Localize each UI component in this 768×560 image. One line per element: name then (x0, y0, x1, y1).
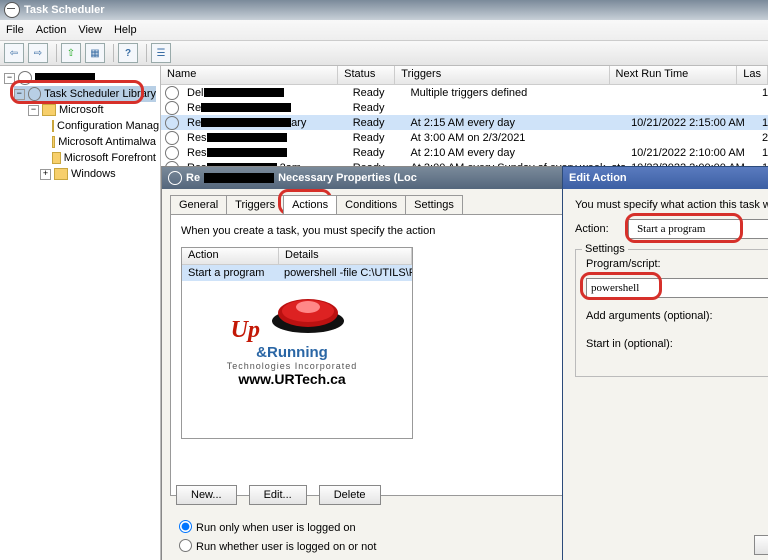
content-panel: Name Status Triggers Next Run Time Las D… (161, 66, 768, 560)
folder-icon (52, 136, 55, 148)
program-script-label: Program/script: (586, 258, 768, 270)
settings-group: Settings Program/script: Browse... Add a… (575, 249, 768, 377)
window-title: Task Scheduler (24, 4, 105, 16)
schedule-button[interactable] (151, 43, 171, 63)
dialog-hint: You must specify what action this task w… (575, 199, 768, 211)
tree-item[interactable]: +Windows (40, 166, 156, 182)
run-options: Run only when user is logged on Run whet… (174, 515, 376, 555)
tree-library-label: Task Scheduler Library (44, 88, 156, 100)
tree-panel: − − Task Scheduler Library − Microsoft C… (0, 66, 161, 560)
new-button[interactable]: New... (176, 485, 237, 505)
clock-icon (165, 131, 179, 145)
tab-conditions[interactable]: Conditions (336, 195, 406, 214)
separator (56, 44, 57, 62)
menu-file[interactable]: File (6, 24, 24, 36)
help-button[interactable] (118, 43, 138, 63)
dialog-title-bar[interactable]: Edit Action ✕ (563, 167, 768, 189)
refresh-button[interactable] (61, 43, 81, 63)
tree-item[interactable]: Microsoft Forefront (52, 150, 156, 166)
tab-general[interactable]: General (170, 195, 227, 214)
clock-icon (165, 101, 179, 115)
collapse-icon[interactable]: − (4, 73, 15, 84)
clock-icon (168, 171, 182, 185)
task-list: DelReadyMultiple triggers defined10/2 Re… (161, 85, 768, 175)
clock-icon (165, 116, 179, 130)
actions-row[interactable]: Start a programpowershell -file C:\UTILS… (182, 265, 412, 281)
arguments-label: Add arguments (optional): (586, 310, 765, 322)
run-logged-on-radio[interactable]: Run only when user is logged on (174, 517, 376, 534)
clock-icon (165, 86, 179, 100)
tab-settings[interactable]: Settings (405, 195, 463, 214)
hdr-triggers[interactable]: Triggers (395, 66, 609, 84)
mouse-icon (263, 287, 353, 337)
redacted (35, 73, 95, 83)
view-button[interactable] (85, 43, 105, 63)
start-in-label: Start in (optional): (586, 338, 765, 350)
redacted (204, 173, 274, 183)
settings-group-label: Settings (582, 243, 628, 255)
tree-item[interactable]: Configuration Manag (52, 118, 156, 134)
folder-icon (52, 120, 54, 132)
hdr-name[interactable]: Name (161, 66, 338, 84)
tab-actions[interactable]: Actions (283, 195, 337, 214)
separator (146, 44, 147, 62)
task-row[interactable]: ReReady (161, 100, 768, 115)
program-script-input[interactable] (586, 278, 768, 298)
task-row[interactable]: ResReadyAt 3:00 AM on 2/3/20212/3 (161, 130, 768, 145)
task-properties-panel: Re Necessary Properties (Loc General Tri… (161, 166, 593, 560)
run-whether-radio[interactable]: Run whether user is logged on or not (174, 536, 376, 553)
nav-back-button[interactable] (4, 43, 24, 63)
delete-button[interactable]: Delete (319, 485, 381, 505)
clock-icon (165, 146, 179, 160)
properties-title: Re Necessary Properties (Loc (162, 167, 592, 189)
edit-action-dialog: Edit Action ✕ You must specify what acti… (562, 166, 768, 560)
toolbar (0, 41, 768, 66)
hdr-details[interactable]: Details (279, 248, 412, 264)
task-list-header: Name Status Triggers Next Run Time Las (161, 66, 768, 85)
scheduler-icon (18, 71, 32, 85)
hdr-nrt[interactable]: Next Run Time (610, 66, 738, 84)
separator (113, 44, 114, 62)
logo-watermark: Up &Running Technologies Incorporated ww… (181, 287, 403, 447)
actions-list: ActionDetails Start a programpowershell … (181, 247, 413, 439)
menu-help[interactable]: Help (114, 24, 137, 36)
tab-triggers[interactable]: Triggers (226, 195, 284, 214)
actions-tab-body: When you create a task, you must specify… (170, 214, 584, 496)
ok-button[interactable]: OK (754, 535, 768, 555)
library-icon (28, 87, 41, 101)
tree-item[interactable]: Microsoft Antimalwa (52, 134, 156, 150)
edit-button[interactable]: Edit... (249, 485, 307, 505)
hdr-last[interactable]: Las (737, 66, 768, 84)
dialog-title: Edit Action (569, 172, 627, 184)
folder-icon (54, 168, 68, 180)
tree-item[interactable]: − Microsoft (28, 102, 156, 118)
app-icon (4, 2, 20, 18)
actions-hint: When you create a task, you must specify… (181, 225, 573, 237)
folder-icon (42, 104, 56, 116)
task-row[interactable]: DelReadyMultiple triggers defined10/2 (161, 85, 768, 100)
hdr-status[interactable]: Status (338, 66, 395, 84)
collapse-icon[interactable]: − (14, 89, 25, 100)
action-label: Action: (575, 223, 625, 235)
actions-buttons: New... Edit... Delete (176, 485, 381, 505)
tree-item-label: Microsoft (59, 104, 104, 116)
menu-bar: File Action View Help (0, 20, 768, 41)
task-row[interactable]: ResReadyAt 2:10 AM every day10/21/2022 2… (161, 145, 768, 160)
hdr-action[interactable]: Action (182, 248, 279, 264)
title-bar: Task Scheduler (0, 0, 768, 20)
task-row-selected[interactable]: RearyReadyAt 2:15 AM every day10/21/2022… (161, 115, 768, 130)
menu-action[interactable]: Action (36, 24, 67, 36)
tree-root-node[interactable]: − (4, 70, 156, 86)
tree-library-node[interactable]: − Task Scheduler Library (14, 86, 156, 102)
action-select[interactable]: Start a program (628, 219, 768, 239)
property-tabs: General Triggers Actions Conditions Sett… (170, 195, 592, 214)
expand-icon[interactable]: − (28, 105, 39, 116)
folder-icon (52, 152, 61, 164)
menu-view[interactable]: View (78, 24, 102, 36)
nav-forward-button[interactable] (28, 43, 48, 63)
